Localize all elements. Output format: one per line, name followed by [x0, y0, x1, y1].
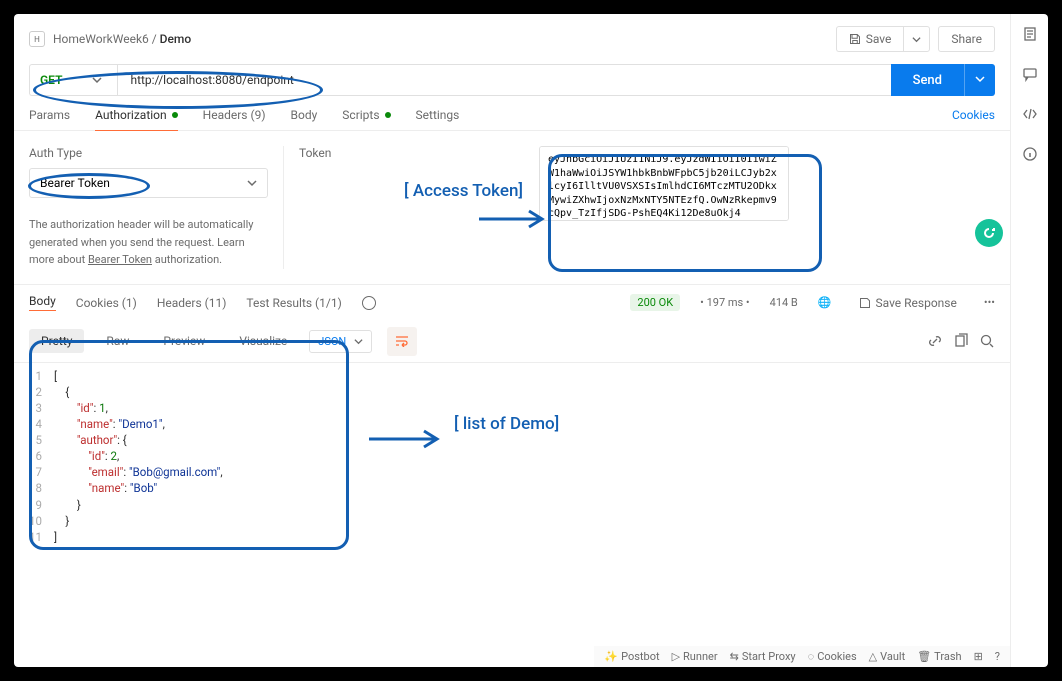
- send-button[interactable]: Send: [891, 64, 964, 96]
- rsb-comments-icon[interactable]: [1022, 66, 1038, 86]
- auth-hint: The authorization header will be automat…: [29, 216, 268, 269]
- footer-cookies[interactable]: ◌ Cookies: [808, 650, 857, 663]
- footer-proxy[interactable]: ⇆ Start Proxy: [730, 650, 796, 663]
- rsb-info-icon[interactable]: [1022, 146, 1038, 166]
- auth-type-label: Auth Type: [29, 146, 268, 160]
- status-code: 200 OK: [630, 294, 680, 311]
- fmt-visualize[interactable]: Visualize: [227, 329, 299, 353]
- status-time: • 197 ms •: [700, 296, 750, 309]
- request-type-icon: H: [29, 31, 45, 47]
- footer-trash[interactable]: 🗑 Trash: [917, 650, 961, 663]
- cookies-link[interactable]: Cookies: [952, 108, 995, 122]
- rsb-code-icon[interactable]: [1022, 106, 1038, 126]
- tab-settings[interactable]: Settings: [416, 108, 460, 130]
- footer-runner[interactable]: ▷ Runner: [672, 650, 718, 663]
- tab-scripts[interactable]: Scripts: [342, 108, 390, 130]
- copy-icon[interactable]: [953, 333, 969, 349]
- tab-authorization[interactable]: Authorization: [95, 108, 178, 131]
- link-icon[interactable]: [927, 333, 943, 349]
- more-icon[interactable]: •••: [984, 296, 995, 309]
- save-response-button[interactable]: Save Response: [852, 293, 964, 313]
- restab-tests[interactable]: Test Results (1/1): [246, 296, 341, 310]
- restab-body[interactable]: Body: [29, 294, 56, 311]
- footer-vault[interactable]: △ Vault: [869, 650, 906, 663]
- bearer-token-link[interactable]: Bearer Token: [88, 253, 152, 266]
- restab-cookies[interactable]: Cookies (1): [76, 296, 137, 310]
- footer-postbot[interactable]: ✨ Postbot: [604, 650, 659, 663]
- grammarly-icon[interactable]: [975, 219, 1003, 247]
- rsb-docs-icon[interactable]: [1022, 26, 1038, 46]
- footer-layout-icon[interactable]: ⊞: [974, 650, 983, 663]
- status-size: 414 B: [770, 296, 798, 309]
- http-method-select[interactable]: GET: [29, 64, 117, 96]
- breadcrumb[interactable]: HomeWorkWeek6 / Demo: [53, 32, 191, 46]
- auth-type-select[interactable]: Bearer Token: [29, 168, 268, 198]
- network-icon[interactable]: 🌐: [818, 296, 832, 309]
- share-button[interactable]: Share: [938, 26, 995, 52]
- tab-headers[interactable]: Headers (9): [203, 108, 266, 130]
- token-label: Token: [299, 146, 339, 160]
- fmt-type-select[interactable]: JSON: [309, 330, 372, 353]
- save-dropdown[interactable]: [903, 26, 930, 52]
- dot-icon: [385, 112, 391, 118]
- fmt-preview[interactable]: Preview: [151, 329, 217, 353]
- restab-headers[interactable]: Headers (11): [157, 296, 227, 310]
- save-button[interactable]: Save: [836, 26, 904, 52]
- wrap-lines-button[interactable]: [387, 327, 417, 356]
- fmt-raw[interactable]: Raw: [94, 329, 141, 353]
- url-input[interactable]: [117, 64, 890, 96]
- history-icon[interactable]: [362, 296, 376, 310]
- fmt-pretty[interactable]: Pretty: [29, 329, 84, 353]
- search-icon[interactable]: [979, 333, 995, 349]
- response-body[interactable]: 1[2 {3 "id": 1,4 "name": "Demo1",5 "auth…: [14, 363, 1010, 667]
- token-input[interactable]: eyJhbGciOiJIUzI1NiJ9.eyJzdWIiOiI0IiwiZW1…: [539, 146, 789, 221]
- send-dropdown[interactable]: [964, 64, 995, 96]
- dot-icon: [172, 112, 178, 118]
- footer-help-icon[interactable]: ?: [995, 650, 1000, 663]
- status-footer: ✨ Postbot ▷ Runner ⇆ Start Proxy ◌ Cooki…: [594, 646, 1010, 667]
- tab-body[interactable]: Body: [291, 108, 318, 130]
- tab-params[interactable]: Params: [29, 108, 70, 130]
